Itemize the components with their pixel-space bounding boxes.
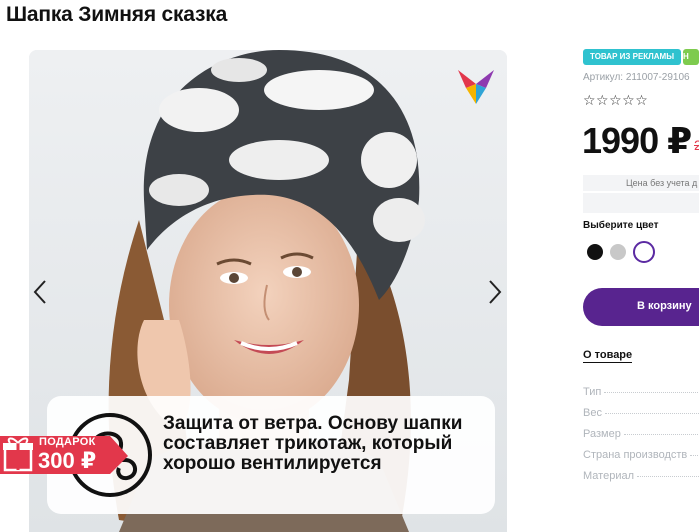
gift-value: 300 ₽	[38, 448, 97, 473]
gift-badge[interactable]: ПОДАРОК 300 ₽	[0, 434, 128, 476]
feature-info-text: Защита от ветра. Основу шапки составляет…	[163, 413, 463, 474]
add-to-cart-label: В корзину	[637, 300, 692, 312]
rating-stars[interactable]: ☆☆☆☆☆	[583, 92, 648, 109]
color-swatch-white-selected[interactable]	[633, 241, 655, 263]
attr-material: Материал	[583, 470, 699, 482]
about-product-link[interactable]: О товаре	[583, 349, 633, 363]
add-to-cart-button[interactable]: В корзину	[583, 288, 699, 326]
attr-type: Тип	[583, 386, 699, 398]
gift-label: ПОДАРОК	[39, 436, 96, 448]
chevron-right-icon[interactable]	[484, 278, 506, 306]
attr-country: Страна производств	[583, 449, 699, 461]
brand-logo-icon	[458, 70, 494, 104]
page-title: Шапка Зимняя сказка	[6, 3, 228, 26]
sku-text: Артикул: 211007-29106	[583, 72, 690, 83]
color-swatch-gray[interactable]	[610, 244, 626, 260]
price-note-bar	[583, 193, 699, 213]
price: 1990 ₽	[582, 120, 692, 161]
extra-badge: Н	[683, 49, 699, 65]
choose-color-label: Выберите цвет	[583, 220, 659, 231]
promo-badge: ТОВАР ИЗ РЕКЛАМЫ	[583, 49, 682, 65]
old-price: 2	[694, 137, 699, 153]
price-note: Цена без учета д	[583, 175, 699, 191]
color-swatch-black[interactable]	[587, 244, 603, 260]
chevron-left-icon[interactable]	[30, 278, 52, 306]
attr-weight: Вес	[583, 407, 699, 419]
attr-size: Размер	[583, 428, 699, 440]
